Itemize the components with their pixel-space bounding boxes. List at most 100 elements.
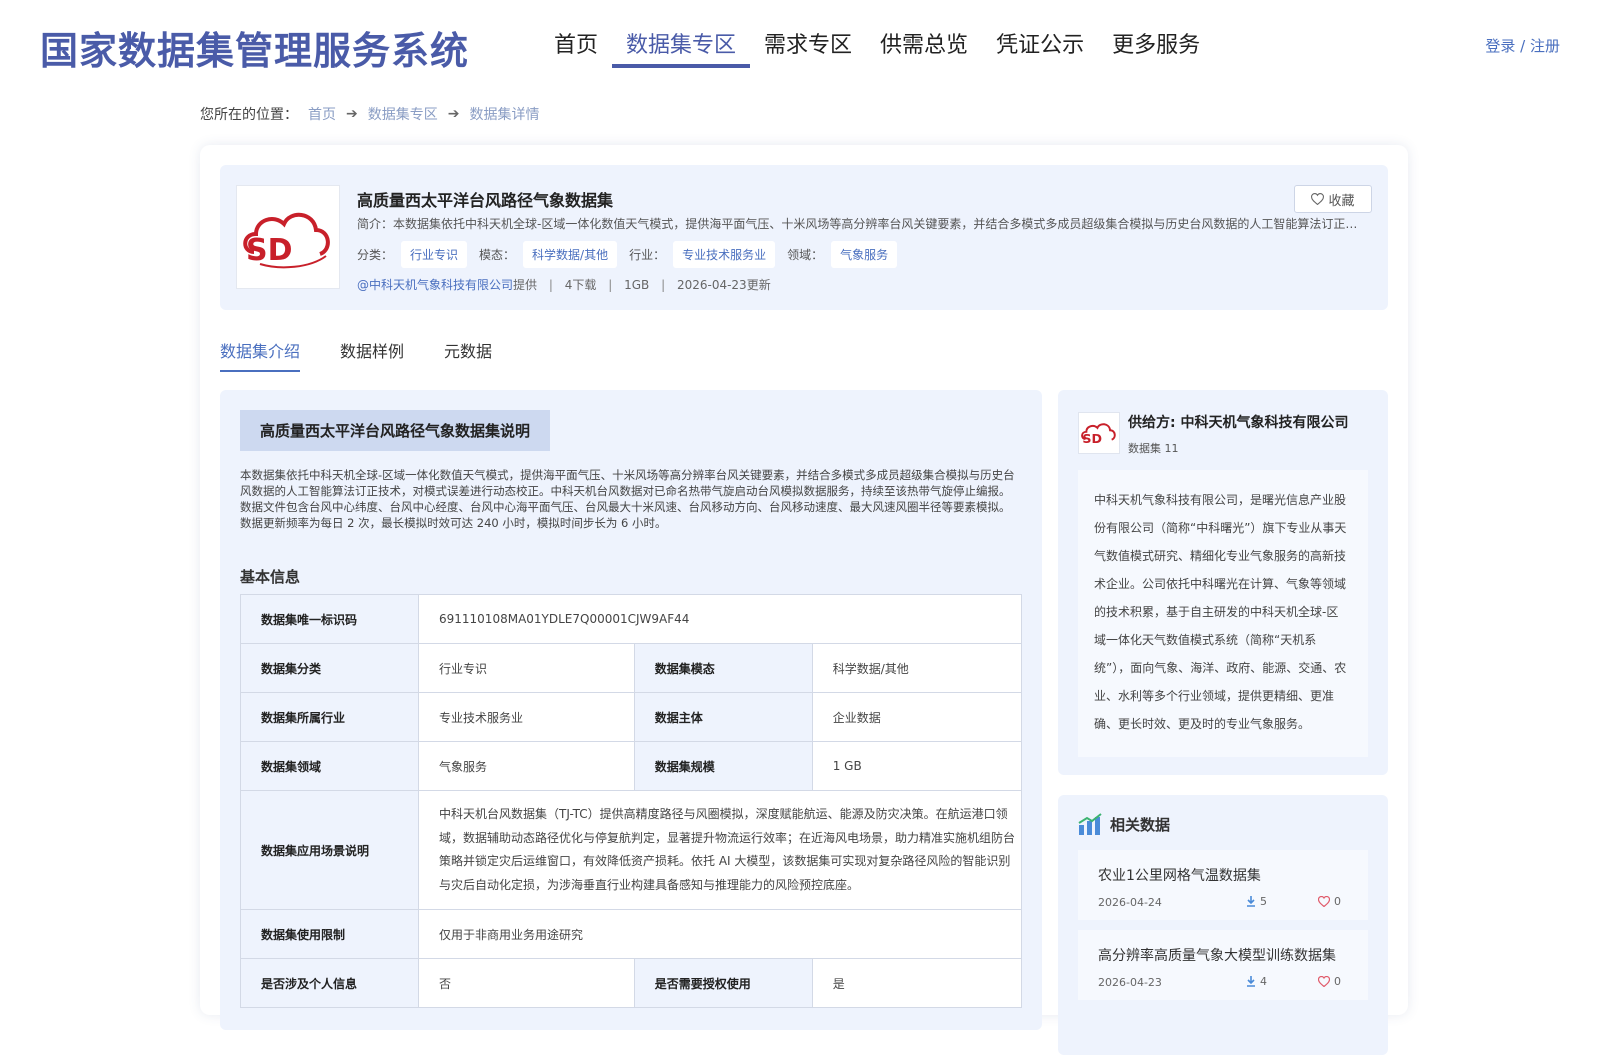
table-key: 数据集所属行业	[240, 692, 419, 742]
table-key: 是否涉及个人信息	[240, 958, 419, 1008]
basic-info-table: 数据集唯一标识码 691110108MA01YDLE7Q00001CJW9AF4…	[240, 594, 1023, 1008]
heart-icon	[1311, 193, 1325, 205]
tab-introduction[interactable]: 数据集介绍	[220, 338, 301, 372]
table-value: 科学数据/其他	[811, 643, 1023, 693]
arrow-right-icon: ➔	[346, 106, 358, 122]
table-value: 否	[418, 958, 635, 1008]
site-logo[interactable]: 国家数据集管理服务系统	[40, 20, 469, 75]
tag-label-category: 分类：	[357, 248, 394, 262]
related-item[interactable]: 农业1公里网格气温数据集 2026-04-24 5 0	[1078, 850, 1368, 920]
table-key: 数据集应用场景说明	[240, 790, 419, 910]
supplier-dataset-count: 数据集 11	[1128, 442, 1179, 455]
table-key: 数据主体	[633, 692, 813, 742]
tag-category[interactable]: 行业专识	[401, 241, 468, 268]
cloud-logo-icon: SD	[243, 213, 330, 269]
table-key: 数据集模态	[633, 643, 813, 693]
table-key: 数据集领域	[240, 741, 419, 791]
table-value: 专业技术服务业	[418, 692, 635, 742]
heart-icon	[1318, 896, 1330, 907]
dataset-title: 高质量西太平洋台风路径气象数据集	[357, 191, 614, 210]
table-row: 数据集分类 行业专识 数据集模态 科学数据/其他	[240, 643, 1023, 693]
breadcrumb-datasets[interactable]: 数据集专区	[368, 104, 438, 124]
nav-certificates[interactable]: 凭证公示	[982, 28, 1098, 68]
related-title: 相关数据	[1110, 815, 1171, 834]
favorite-button[interactable]: 收藏	[1294, 185, 1372, 213]
like-count-value: 0	[1334, 895, 1341, 908]
related-item-downloads: 5	[1246, 895, 1267, 908]
heart-icon	[1318, 976, 1330, 987]
tab-metadata[interactable]: 元数据	[444, 338, 492, 372]
table-key: 数据集分类	[240, 643, 419, 693]
table-key: 数据集使用限制	[240, 909, 419, 959]
tab-samples[interactable]: 数据样例	[340, 338, 404, 372]
supplier-name[interactable]: 供给方: 中科天机气象科技有限公司	[1128, 412, 1348, 432]
related-data-card: 相关数据 农业1公里网格气温数据集 2026-04-24 5 0 高分辨率高质量…	[1058, 795, 1388, 1055]
tag-modality[interactable]: 科学数据/其他	[523, 241, 618, 268]
related-item-likes: 0	[1318, 975, 1341, 988]
login-register-link[interactable]: 登录 / 注册	[1485, 35, 1560, 56]
nav-demands[interactable]: 需求专区	[750, 28, 866, 68]
tag-label-industry: 行业：	[629, 248, 666, 262]
related-item-date: 2026-04-24	[1098, 896, 1162, 909]
download-count-value: 5	[1260, 895, 1267, 908]
main-nav: 首页 数据集专区 需求专区 供需总览 凭证公示 更多服务	[540, 28, 1214, 68]
supplier-description: 中科天机气象科技有限公司，是曙光信息产业股份有限公司（简称“中科曙光”）旗下专业…	[1078, 470, 1368, 757]
intro-text: 本数据集依托中科天机全球-区域一体化数值天气模式，提供海平面气压、十米风场等高分…	[240, 468, 1015, 530]
table-row: 数据集使用限制 仅用于非商用业务用途研究	[240, 909, 1022, 959]
detail-tabs: 数据集介绍 数据样例 元数据	[220, 338, 532, 372]
intro-title: 高质量西太平洋台风路径气象数据集说明	[240, 410, 551, 451]
breadcrumb-prefix: 您所在的位置：	[200, 107, 298, 123]
like-count-value: 0	[1334, 975, 1341, 988]
related-item-likes: 0	[1318, 895, 1341, 908]
table-key: 是否需要授权使用	[633, 958, 813, 1008]
breadcrumb-home[interactable]: 首页	[308, 104, 336, 124]
download-icon	[1247, 896, 1255, 907]
table-row: 数据集唯一标识码 691110108MA01YDLE7Q00001CJW9AF4…	[240, 594, 1022, 644]
table-value: 企业数据	[811, 692, 1023, 742]
dataset-size: 1GB	[624, 278, 650, 292]
provider-link[interactable]: @中科天机气象科技有限公司	[357, 278, 513, 292]
provider-suffix: 提供	[513, 278, 538, 292]
favorite-label: 收藏	[1328, 193, 1355, 209]
breadcrumb-detail[interactable]: 数据集详情	[469, 104, 539, 124]
update-date: 2026-04-23更新	[676, 278, 771, 292]
breadcrumb: 您所在的位置： 首页 ➔ 数据集专区 ➔ 数据集详情	[200, 104, 539, 124]
tag-domain[interactable]: 气象服务	[831, 241, 898, 268]
table-value: 是	[811, 958, 1023, 1008]
tag-industry[interactable]: 专业技术服务业	[673, 241, 776, 268]
nav-datasets[interactable]: 数据集专区	[612, 28, 751, 68]
svg-text:SD: SD	[1082, 431, 1102, 446]
dataset-detail-card: SD 高质量西太平洋台风路径气象数据集 简介：本数据集依托中科天机全球-区域一体…	[200, 145, 1408, 1055]
related-item-title: 农业1公里网格气温数据集	[1098, 868, 1261, 884]
table-row: 数据集应用场景说明 中科天机台风数据集（TJ-TC）提供高精度路径与风圈模拟，深…	[240, 790, 1022, 910]
table-value: 仅用于非商用业务用途研究	[418, 909, 1022, 959]
tag-label-modality: 模态：	[479, 248, 516, 262]
nav-more-services[interactable]: 更多服务	[1098, 28, 1214, 68]
download-icon	[1247, 976, 1255, 987]
provider-logo: SD	[236, 185, 340, 289]
introduction-panel: 高质量西太平洋台风路径气象数据集说明 本数据集依托中科天机全球-区域一体化数值天…	[220, 390, 1042, 1030]
related-item-date: 2026-04-23	[1098, 976, 1162, 989]
table-value: 气象服务	[418, 741, 635, 791]
dataset-description: 简介：本数据集依托中科天机全球-区域一体化数值天气模式，提供海平面气压、十米风场…	[357, 217, 1367, 231]
table-value: 1 GB	[811, 741, 1023, 791]
table-value: 中科天机台风数据集（TJ-TC）提供高精度路径与风圈模拟，深度赋能航运、能源及防…	[418, 790, 1022, 910]
table-key: 数据集唯一标识码	[240, 594, 419, 644]
related-item-title: 高分辨率高质量气象大模型训练数据集	[1098, 948, 1336, 964]
related-header: 相关数据	[1078, 813, 1170, 835]
supplier-logo: SD	[1078, 412, 1120, 454]
related-item[interactable]: 高分辨率高质量气象大模型训练数据集 2026-04-23 4 0	[1078, 930, 1368, 1000]
bar-chart-icon	[1078, 813, 1102, 835]
svg-text:SD: SD	[246, 233, 293, 268]
cloud-logo-icon: SD	[1081, 423, 1116, 446]
table-row: 是否涉及个人信息 否 是否需要授权使用 是	[240, 958, 1023, 1008]
top-header: 国家数据集管理服务系统 首页 数据集专区 需求专区 供需总览 凭证公示 更多服务…	[0, 0, 1600, 90]
tag-label-domain: 领域：	[787, 248, 824, 262]
table-value: 行业专识	[418, 643, 635, 693]
download-count: 4下载	[564, 278, 597, 292]
nav-overview[interactable]: 供需总览	[866, 28, 982, 68]
download-count-value: 4	[1260, 975, 1267, 988]
nav-home[interactable]: 首页	[540, 28, 612, 68]
table-row: 数据集所属行业 专业技术服务业 数据主体 企业数据	[240, 692, 1023, 742]
related-item-downloads: 4	[1246, 975, 1267, 988]
